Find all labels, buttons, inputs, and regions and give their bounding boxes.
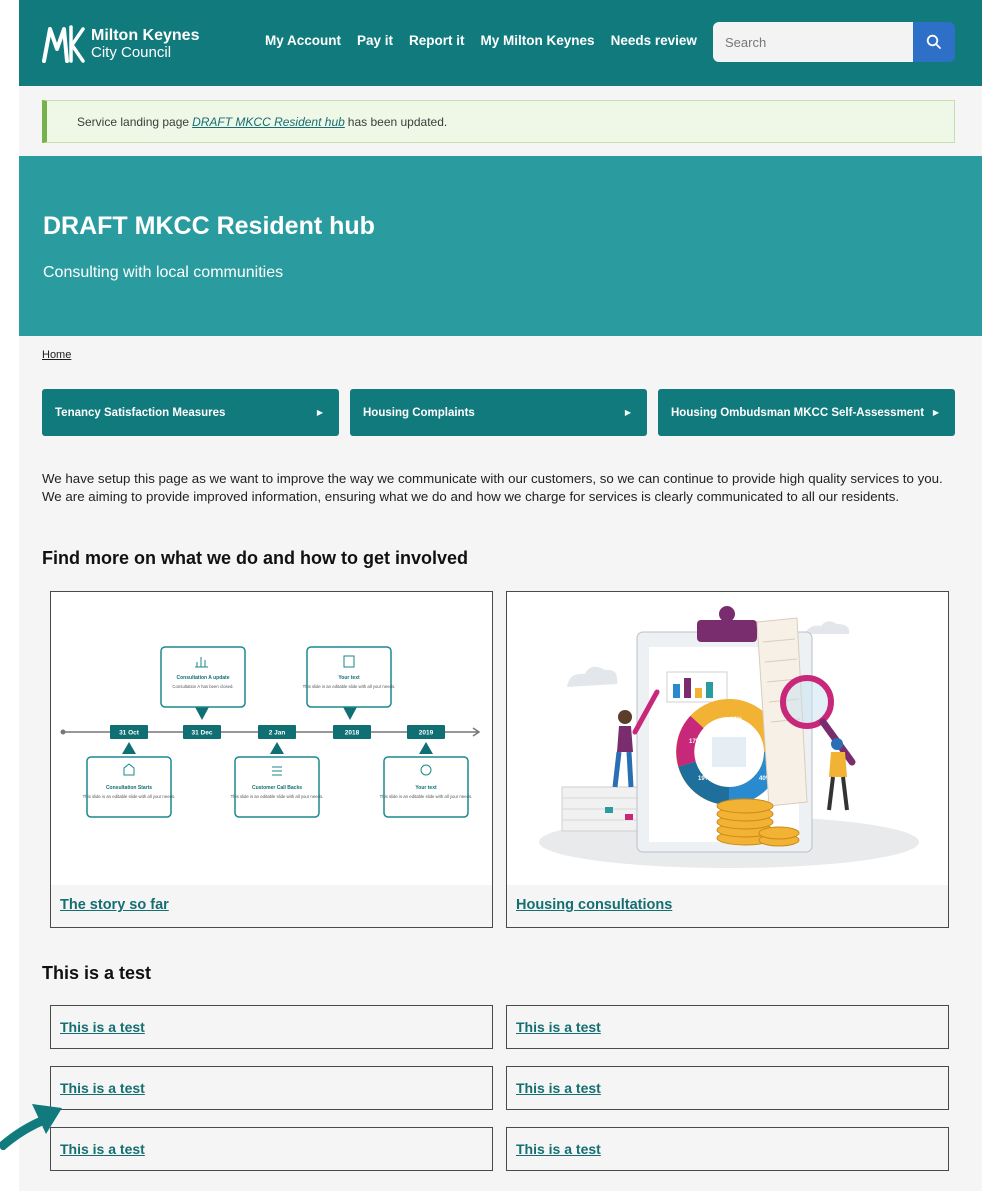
search-button[interactable] bbox=[913, 22, 955, 62]
nav-my-account[interactable]: My Account bbox=[265, 33, 341, 48]
tile-housing-ombudsman[interactable]: Housing Ombudsman MKCC Self-Assessment ▶ bbox=[658, 389, 955, 436]
timeline-image: 31 Oct 31 Dec 2 Jan 2018 2019 Consultati… bbox=[51, 592, 492, 885]
success-alert: Service landing page DRAFT MKCC Resident… bbox=[42, 100, 955, 143]
alert-prefix: Service landing page bbox=[77, 114, 190, 129]
hero-banner: DRAFT MKCC Resident hub Consulting with … bbox=[19, 156, 982, 336]
consultation-illustration: 12% 17% 19% 40% bbox=[507, 592, 948, 885]
clipboard-illustration: 12% 17% 19% 40% bbox=[539, 606, 919, 868]
card-link-housing-consultations[interactable]: Housing consultations bbox=[516, 897, 672, 913]
nav-report-it[interactable]: Report it bbox=[409, 33, 465, 48]
test-link-1[interactable]: This is a test bbox=[50, 1005, 493, 1049]
main-nav: My Account Pay it Report it My Milton Ke… bbox=[265, 33, 697, 48]
intro-text: We have setup this page as we want to im… bbox=[42, 471, 943, 504]
timeline-box-text: Consultation A has been closed. bbox=[172, 684, 233, 689]
search-icon bbox=[926, 34, 941, 49]
tile-label: Housing Complaints bbox=[363, 406, 475, 419]
test-link-2[interactable]: This is a test bbox=[506, 1005, 949, 1049]
cloud-icon bbox=[567, 666, 618, 687]
timeline-box-title: Your text bbox=[338, 675, 360, 681]
timeline-box-text: This slide is an editable slide with all… bbox=[380, 794, 473, 799]
search-input[interactable] bbox=[713, 22, 913, 62]
page: Milton Keynes City Council My Account Pa… bbox=[19, 0, 982, 1191]
test-link-4[interactable]: This is a test bbox=[506, 1066, 949, 1110]
annotation-arrow-icon bbox=[0, 1104, 62, 1150]
timeline-box-text: This slide is an editable slide with all… bbox=[231, 794, 324, 799]
timeline-graphic: 31 Oct 31 Dec 2 Jan 2018 2019 Consultati… bbox=[60, 646, 481, 818]
section-heading-test: This is a test bbox=[42, 963, 152, 983]
donut-label: 19% bbox=[698, 776, 711, 782]
card-link-story-so-far[interactable]: The story so far bbox=[60, 897, 169, 913]
timeline-date: 2 Jan bbox=[269, 730, 286, 737]
tile-tenancy-satisfaction[interactable]: Tenancy Satisfaction Measures ▶ bbox=[42, 389, 339, 436]
clipboard-clip bbox=[697, 620, 757, 642]
logo-line2: City Council bbox=[91, 44, 172, 61]
triangle-right-icon: ▶ bbox=[932, 408, 939, 417]
page-subtitle: Consulting with local communities bbox=[43, 264, 284, 281]
breadcrumb-home[interactable]: Home bbox=[42, 349, 71, 361]
card-story-so-far[interactable]: 31 Oct 31 Dec 2 Jan 2018 2019 Consultati… bbox=[50, 591, 493, 928]
person-figure bbox=[618, 710, 632, 724]
timeline-box-title: Customer Call Backs bbox=[252, 785, 302, 791]
service-tiles: Tenancy Satisfaction Measures ▶ Housing … bbox=[42, 389, 955, 436]
triangle-right-icon: ▶ bbox=[624, 408, 631, 417]
test-link-5[interactable]: This is a test bbox=[50, 1127, 493, 1171]
timeline-box-text: This slide is an editable slide with all… bbox=[83, 794, 176, 799]
timeline-box-title: Your text bbox=[415, 785, 437, 791]
triangle-right-icon: ▶ bbox=[316, 408, 323, 417]
donut-label: 12% bbox=[730, 717, 743, 723]
logo-line1: Milton Keynes bbox=[91, 27, 200, 44]
page-title: DRAFT MKCC Resident hub bbox=[43, 212, 375, 240]
council-logo[interactable]: Milton Keynes City Council bbox=[41, 22, 199, 66]
timeline-date: 2019 bbox=[419, 730, 434, 737]
section-heading-get-involved: Find more on what we do and how to get i… bbox=[42, 548, 469, 568]
timeline-date: 31 Oct bbox=[119, 730, 140, 737]
card-housing-consultations[interactable]: 12% 17% 19% 40% Housing consultations bbox=[506, 591, 949, 928]
test-link-3[interactable]: This is a test bbox=[50, 1066, 493, 1110]
timeline-date: 2018 bbox=[345, 730, 360, 737]
tile-housing-complaints[interactable]: Housing Complaints ▶ bbox=[350, 389, 647, 436]
search-box bbox=[713, 22, 955, 62]
timeline-date: 31 Dec bbox=[192, 730, 213, 737]
tile-label: Housing Ombudsman MKCC Self-Assessment bbox=[671, 406, 925, 419]
timeline-box-title: Consultation A update bbox=[177, 675, 230, 681]
site-header: Milton Keynes City Council My Account Pa… bbox=[19, 0, 982, 86]
timeline-box-text: This slide is an editable slide with all… bbox=[303, 684, 396, 689]
alert-suffix: has been updated. bbox=[347, 114, 448, 129]
nav-needs-review[interactable]: Needs review bbox=[611, 33, 697, 48]
donut-label: 17% bbox=[689, 739, 702, 745]
tile-label: Tenancy Satisfaction Measures bbox=[55, 406, 226, 419]
timeline-box-title: Consultation Starts bbox=[106, 785, 152, 791]
alert-link[interactable]: DRAFT MKCC Resident hub bbox=[192, 115, 345, 129]
nav-my-milton-keynes[interactable]: My Milton Keynes bbox=[481, 33, 595, 48]
logo-text: Milton Keynes City Council bbox=[91, 27, 199, 61]
nav-pay-it[interactable]: Pay it bbox=[357, 33, 393, 48]
mk-logo-icon bbox=[42, 25, 85, 63]
test-link-6[interactable]: This is a test bbox=[506, 1127, 949, 1171]
cloud-icon bbox=[805, 621, 850, 634]
